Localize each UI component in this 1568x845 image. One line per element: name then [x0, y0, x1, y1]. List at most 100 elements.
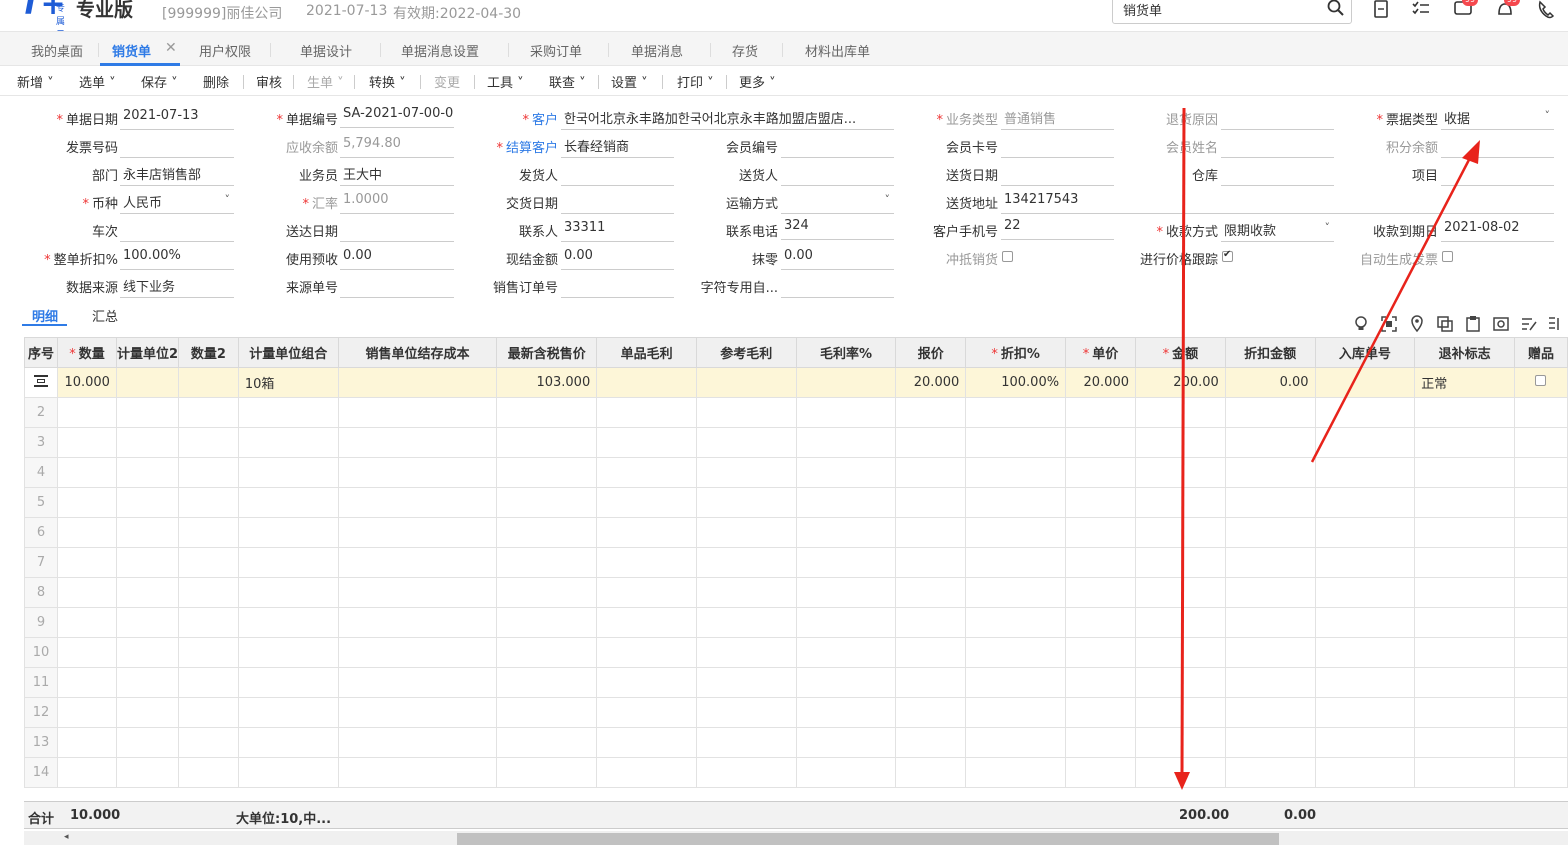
grid-cell[interactable] [337, 727, 498, 758]
row-number[interactable]: 8 [24, 577, 58, 608]
trade-date-field[interactable] [561, 190, 674, 214]
convert-button[interactable]: 转换 ˅ [369, 72, 406, 91]
horizontal-scrollbar[interactable]: ◂ [24, 831, 1568, 845]
qty2-cell[interactable] [178, 367, 239, 398]
grid-cell[interactable] [795, 727, 897, 758]
grid-cell[interactable] [1224, 547, 1316, 578]
audit-button[interactable]: 审核 [256, 72, 282, 91]
grid-cell[interactable] [1065, 637, 1136, 668]
column-header[interactable]: * 折扣% [965, 337, 1067, 368]
grid-cell[interactable] [1135, 547, 1226, 578]
tab-inventory[interactable]: 存货 [732, 41, 758, 60]
amount-cell[interactable]: 200.00 [1135, 367, 1226, 398]
grid-cell[interactable] [895, 727, 967, 758]
grid-cell[interactable] [596, 637, 697, 668]
grid-cell[interactable] [895, 547, 967, 578]
table-row[interactable]: 10.000 10箱 103.000 20.000 100.00% 20.000… [24, 367, 1568, 398]
grid-cell[interactable] [496, 397, 598, 428]
tasks-icon[interactable] [1410, 0, 1432, 20]
grid-cell[interactable] [237, 667, 339, 698]
change-button[interactable]: 变更 [434, 72, 460, 91]
grid-cell[interactable] [1314, 667, 1416, 698]
grid-cell[interactable] [1065, 397, 1136, 428]
grid-cell[interactable] [115, 397, 180, 428]
scrollbar-thumb[interactable] [457, 833, 1279, 845]
grid-cell[interactable] [965, 637, 1067, 668]
grid-cell[interactable] [1135, 457, 1226, 488]
doc-no-field[interactable]: SA-2021-07-00-0... [340, 104, 454, 128]
grid-cell[interactable] [895, 757, 967, 788]
grid-cell[interactable] [1513, 697, 1568, 728]
grid-cell[interactable] [895, 427, 967, 458]
chevron-down-icon[interactable]: ˅ [1325, 221, 1331, 234]
track-checkbox[interactable] [1222, 249, 1233, 262]
print-button[interactable]: 打印 ˅ [677, 72, 714, 91]
grid-cell[interactable] [1513, 577, 1568, 608]
close-icon[interactable]: ✕ [165, 40, 177, 56]
grid-cell[interactable] [1314, 757, 1416, 788]
grid-cell[interactable] [695, 607, 797, 638]
column-header[interactable]: 计量单位组合 [237, 337, 339, 368]
round-field[interactable]: 0.00 [781, 246, 894, 270]
grid-cell[interactable] [1414, 547, 1515, 578]
grid-cell[interactable] [496, 547, 598, 578]
grid-cell[interactable] [1224, 457, 1316, 488]
row-handle[interactable] [24, 367, 58, 398]
grid-cell[interactable] [1224, 427, 1316, 458]
grid-cell[interactable] [1314, 547, 1416, 578]
grid-cell[interactable] [115, 667, 180, 698]
grid-cell[interactable] [1513, 427, 1568, 458]
grid-cell[interactable] [795, 577, 897, 608]
grid-cell[interactable] [178, 667, 239, 698]
grid-cell[interactable] [56, 757, 117, 788]
salesman-field[interactable]: 王大中 [340, 162, 454, 186]
customer-label[interactable]: * 客户 [480, 109, 558, 128]
grid-cell[interactable] [965, 757, 1067, 788]
grid-cell[interactable] [237, 397, 339, 428]
grid-cell[interactable] [1065, 667, 1136, 698]
grid-cell[interactable] [596, 697, 697, 728]
grid-cell[interactable] [1065, 487, 1136, 518]
save-button[interactable]: 保存 ˅ [141, 72, 178, 91]
grid-cell[interactable] [178, 397, 239, 428]
grid-cell[interactable] [895, 697, 967, 728]
table-row[interactable]: 12 [24, 697, 1568, 728]
deliver-date-field[interactable] [1001, 162, 1114, 186]
grid-cell[interactable] [56, 427, 117, 458]
member-card-field[interactable] [1001, 134, 1114, 158]
grid-cell[interactable] [115, 637, 180, 668]
grid-cell[interactable] [496, 637, 598, 668]
grid-cell[interactable] [1224, 517, 1316, 548]
cash-field[interactable]: 0.00 [561, 246, 674, 270]
vehicle-field[interactable] [120, 218, 234, 242]
deliverer-field[interactable] [781, 162, 894, 186]
grid-cell[interactable] [56, 517, 117, 548]
table-row[interactable]: 14 [24, 757, 1568, 788]
discount-cell[interactable]: 100.00% [965, 367, 1067, 398]
grid-cell[interactable] [178, 577, 239, 608]
tab-summary[interactable]: 汇总 [92, 306, 118, 325]
grid-cell[interactable] [56, 697, 117, 728]
scroll-left-icon[interactable]: ◂ [64, 832, 69, 842]
grid-cell[interactable] [1414, 427, 1515, 458]
grid-cell[interactable] [1224, 697, 1316, 728]
calculator-icon[interactable] [1370, 0, 1392, 20]
paste-icon[interactable] [1464, 315, 1482, 333]
tab-material-outbound[interactable]: 材料出库单 [805, 41, 870, 60]
table-row[interactable]: 8 [24, 577, 1568, 608]
grid-cell[interactable] [1314, 697, 1416, 728]
grid-cell[interactable] [1513, 667, 1568, 698]
grid-cell[interactable] [1065, 577, 1136, 608]
settings-button[interactable]: 设置 ˅ [611, 72, 648, 91]
grid-cell[interactable] [596, 607, 697, 638]
discount-field[interactable]: 100.00% [120, 246, 234, 270]
grid-cell[interactable] [695, 517, 797, 548]
grid-cell[interactable] [1513, 487, 1568, 518]
row-number[interactable]: 2 [24, 397, 58, 428]
grid-cell[interactable] [1513, 727, 1568, 758]
tab-doc-messages[interactable]: 单据消息 [631, 41, 683, 60]
grid-cell[interactable] [115, 457, 180, 488]
lightbulb-icon[interactable] [1352, 315, 1370, 333]
grid-cell[interactable] [178, 427, 239, 458]
grid-cell[interactable] [1224, 397, 1316, 428]
